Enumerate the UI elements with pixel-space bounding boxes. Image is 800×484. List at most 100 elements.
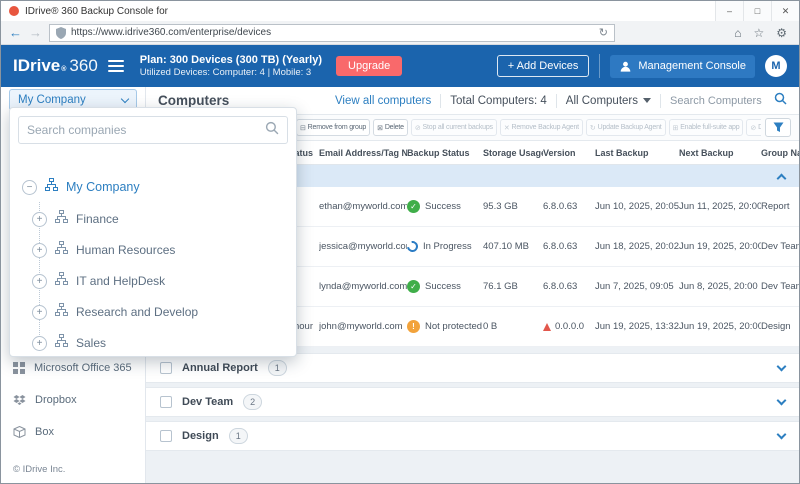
expand-icon[interactable]: + xyxy=(32,243,47,258)
tree-node-my-company[interactable]: − My Company xyxy=(22,172,140,202)
browser-addressbar: ← → https://www.idrive360.com/enterprise… xyxy=(1,21,799,45)
collapse-icon[interactable]: − xyxy=(22,180,37,195)
tree-node-research-and-develop[interactable]: + Research and Develop xyxy=(32,297,198,327)
expand-icon[interactable]: + xyxy=(32,336,47,351)
chevron-down-icon xyxy=(121,94,129,102)
group-row-dev-team[interactable]: Dev Team 2 xyxy=(146,387,799,417)
row-version: 6.8.0.63 xyxy=(543,201,595,212)
in-progress-icon xyxy=(407,241,420,252)
group-name: Dev Team xyxy=(182,396,233,408)
org-chart-icon xyxy=(55,303,68,321)
home-icon[interactable]: ⌂ xyxy=(734,26,741,40)
chevron-up-icon[interactable] xyxy=(777,173,787,183)
plan-info: Plan: 300 Devices (300 TB) (Yearly) Util… xyxy=(140,53,322,80)
org-chart-icon xyxy=(55,334,68,352)
sidebar-item-dropbox[interactable]: Dropbox xyxy=(13,389,77,411)
expand-icon[interactable]: + xyxy=(32,305,47,320)
org-chart-icon xyxy=(55,241,68,259)
chevron-down-icon[interactable] xyxy=(777,430,787,440)
row-email: lynda@myworld.com xyxy=(319,281,407,292)
delete-button[interactable]: ⊠Delete xyxy=(373,119,408,136)
browser-titlebar: IDrive® 360 Backup Console for – □ ✕ xyxy=(1,1,799,21)
search-computers-input[interactable] xyxy=(670,95,768,107)
delete-icon: ⊠ xyxy=(377,124,383,132)
col-next-backup: Next Backup xyxy=(679,148,761,158)
computers-scope-dropdown[interactable]: All Computers xyxy=(566,95,651,107)
remove-from-group-icon: ⊟ xyxy=(300,124,306,132)
group-row-design[interactable]: Design 1 xyxy=(146,421,799,451)
row-email: jessica@myworld.com xyxy=(319,241,407,252)
version-warning-icon xyxy=(543,323,551,331)
chevron-down-icon[interactable] xyxy=(777,396,787,406)
tree-node-sales[interactable]: + Sales xyxy=(32,328,106,358)
not-protected-icon: ! xyxy=(407,320,420,333)
address-input[interactable]: https://www.idrive360.com/enterprise/dev… xyxy=(49,24,615,42)
view-all-computers-link[interactable]: View all computers xyxy=(335,95,431,107)
minimize-button[interactable]: – xyxy=(715,1,743,21)
row-version: 0.0.0.0 xyxy=(543,321,595,332)
sidebar-item-label: Microsoft Office 365 xyxy=(34,362,132,374)
url-text: https://www.idrive360.com/enterprise/dev… xyxy=(71,27,594,38)
remove-agent-icon: ✕ xyxy=(504,124,510,132)
hamburger-menu-icon[interactable] xyxy=(108,60,124,72)
row-last-backup: Jun 19, 2025, 13:32 xyxy=(595,321,679,332)
row-next-backup: Jun 11, 2025, 20:00 xyxy=(679,201,761,212)
window-controls: – □ ✕ xyxy=(715,1,799,21)
person-icon xyxy=(619,60,632,73)
enable-app-icon: ⊞ xyxy=(673,124,679,132)
logo-registered-mark: ® xyxy=(61,66,66,73)
browser-actions: ⌂ ☆ ⚙ xyxy=(734,26,791,40)
filter-button[interactable] xyxy=(765,118,791,137)
expand-icon[interactable]: + xyxy=(32,274,47,289)
maximize-button[interactable]: □ xyxy=(743,1,771,21)
tree-node-it-and-helpdesk[interactable]: + IT and HelpDesk xyxy=(32,266,165,296)
refresh-icon[interactable]: ↻ xyxy=(599,26,608,39)
favorites-icon[interactable]: ☆ xyxy=(753,26,764,40)
group-count-badge: 2 xyxy=(243,394,262,410)
close-button[interactable]: ✕ xyxy=(771,1,799,21)
group-checkbox[interactable] xyxy=(160,362,172,374)
disable-app-icon: ⊘ xyxy=(750,124,756,132)
window-title: IDrive® 360 Backup Console for xyxy=(25,6,715,17)
forward-icon[interactable]: → xyxy=(29,25,42,40)
add-devices-button[interactable]: + Add Devices xyxy=(497,55,590,77)
plan-title: Plan: 300 Devices (300 TB) (Yearly) xyxy=(140,53,322,67)
divider xyxy=(556,94,557,108)
row-storage: 95.3 GB xyxy=(483,201,543,212)
remove-from-group-button[interactable]: ⊟Remove from group xyxy=(296,119,370,136)
row-next-backup: Jun 19, 2025, 20:00 xyxy=(679,241,761,252)
group-row-annual-report[interactable]: Annual Report 1 xyxy=(146,353,799,383)
row-last-backup: Jun 10, 2025, 20:05 xyxy=(595,201,679,212)
group-checkbox[interactable] xyxy=(160,396,172,408)
sidebar-item-box[interactable]: Box xyxy=(13,421,54,443)
back-icon[interactable]: ← xyxy=(9,25,22,40)
tree-node-finance[interactable]: + Finance xyxy=(32,204,119,234)
filter-funnel-icon xyxy=(773,122,784,133)
update-backup-agent-button: ↻Update Backup Agent xyxy=(586,119,666,136)
sidebar-item-microsoft-office-365[interactable]: Microsoft Office 365 xyxy=(13,357,132,379)
tree-node-human-resources[interactable]: + Human Resources xyxy=(32,235,175,265)
upgrade-button[interactable]: Upgrade xyxy=(336,56,402,76)
sidebar-item-label: Dropbox xyxy=(35,394,77,406)
page-title: Computers xyxy=(158,93,229,108)
company-search-input[interactable] xyxy=(27,123,259,137)
search-icon[interactable] xyxy=(774,92,787,110)
idrive360-logo: IDrive®360 xyxy=(13,56,98,76)
row-group: Design xyxy=(761,321,799,332)
col-last-backup: Last Backup xyxy=(595,148,679,158)
computers-search xyxy=(670,92,787,110)
org-chart-icon xyxy=(55,272,68,290)
user-avatar[interactable]: M xyxy=(765,55,787,77)
row-next-backup: Jun 19, 2025, 20:00 xyxy=(679,321,761,332)
expand-icon[interactable]: + xyxy=(32,212,47,227)
row-backup-status: ✓Success xyxy=(407,200,483,213)
group-count-badge: 1 xyxy=(229,428,248,444)
security-shield-icon xyxy=(56,27,66,39)
dropbox-icon xyxy=(13,395,26,406)
group-count-badge: 1 xyxy=(268,360,287,376)
plan-usage: Utilized Devices: Computer: 4 | Mobile: … xyxy=(140,67,322,79)
settings-gear-icon[interactable]: ⚙ xyxy=(776,26,787,40)
group-checkbox[interactable] xyxy=(160,430,172,442)
chevron-down-icon[interactable] xyxy=(777,362,787,372)
management-console-button[interactable]: Management Console xyxy=(610,55,755,78)
